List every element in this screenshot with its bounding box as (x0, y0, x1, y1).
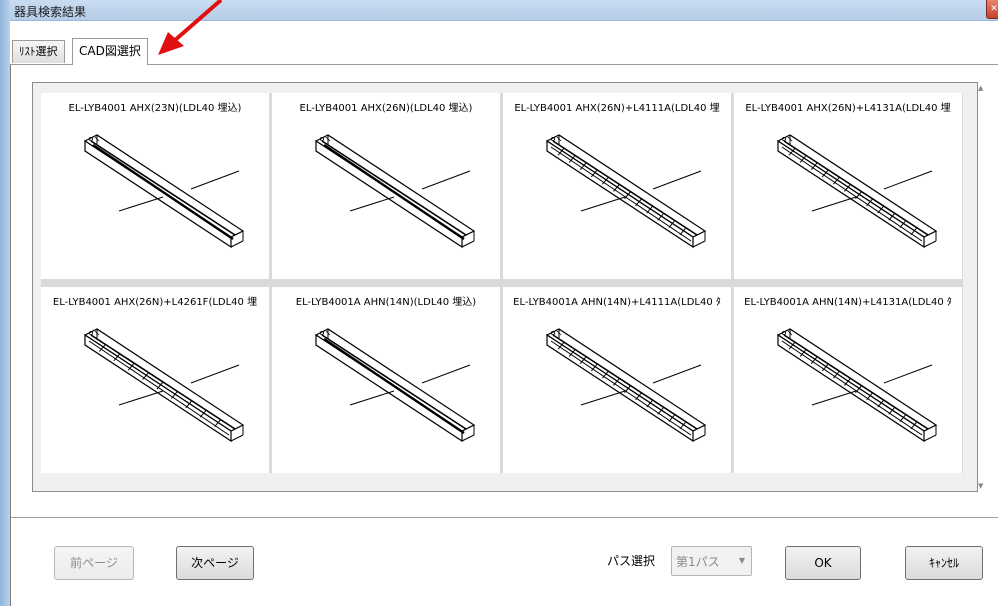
cad-item[interactable]: EL-LYB4001A AHN(14N)+L4111A(LDL40 ﾀ (503, 287, 731, 473)
tab-cad-select[interactable]: CAD図選択 (72, 38, 148, 65)
scroll-down-icon[interactable]: ▼ (978, 482, 983, 490)
scroll-up-icon[interactable]: ▲ (978, 84, 983, 92)
luminaire-drawing-icon (545, 134, 707, 249)
cad-item-label: EL-LYB4001 AHX(26N)+L4131A(LDL40 埋 (745, 103, 951, 114)
cad-item-label: EL-LYB4001A AHN(14N)+L4111A(LDL40 ﾀ (513, 297, 721, 308)
footer-separator (11, 517, 998, 518)
luminaire-drawing-icon (776, 328, 938, 443)
cad-item-label: EL-LYB4001A AHN(14N)+L4131A(LDL40 ﾀ (744, 297, 952, 308)
path-select-label: パス選択 (607, 554, 656, 568)
window-frame-left (0, 0, 10, 606)
cad-item[interactable]: EL-LYB4001 AHX(26N)+L4131A(LDL40 埋 (734, 93, 962, 279)
cad-item[interactable]: EL-LYB4001 AHX(23N)(LDL40 埋込) (41, 93, 269, 279)
tab-bar: ﾘｽﾄ選択 CAD図選択 (10, 21, 998, 65)
tab-list-select[interactable]: ﾘｽﾄ選択 (12, 40, 65, 63)
cad-preview-panel: EL-LYB4001 AHX(23N)(LDL40 埋込) EL-LYB4001 … (32, 82, 978, 492)
luminaire-drawing-icon (545, 328, 707, 443)
vertical-scrollbar[interactable]: ▲ ▼ (975, 82, 989, 492)
ok-button[interactable]: OK (785, 546, 861, 580)
cad-item[interactable]: EL-LYB4001A AHN(14N)(LDL40 埋込) (272, 287, 500, 473)
cad-grid: EL-LYB4001 AHX(23N)(LDL40 埋込) EL-LYB4001 … (41, 93, 963, 473)
luminaire-drawing-icon (314, 134, 476, 249)
luminaire-drawing-icon (83, 134, 245, 249)
cad-item-label: EL-LYB4001 AHX(26N)+L4261F(LDL40 埋 (52, 297, 258, 308)
luminaire-drawing-icon (776, 134, 938, 249)
cancel-button[interactable]: ｷｬﾝｾﾙ (905, 546, 983, 580)
prev-page-button[interactable]: 前ページ (54, 546, 134, 580)
cad-item[interactable]: EL-LYB4001 AHX(26N)+L4261F(LDL40 埋 (41, 287, 269, 473)
window-title: 器具検索結果 (14, 5, 87, 19)
cad-item-label: EL-LYB4001 AHX(26N)(LDL40 埋込) (299, 103, 473, 114)
cad-item[interactable]: EL-LYB4001 AHX(26N)+L4111A(LDL40 埋 (503, 93, 731, 279)
cad-item-label: EL-LYB4001 AHX(26N)+L4111A(LDL40 埋 (514, 103, 720, 114)
cad-item-label: EL-LYB4001A AHN(14N)(LDL40 埋込) (295, 297, 477, 308)
tab-content: EL-LYB4001 AHX(23N)(LDL40 埋込) EL-LYB4001 … (10, 65, 998, 606)
content-border (10, 65, 11, 606)
next-page-button[interactable]: 次ページ (176, 546, 254, 580)
path-select[interactable]: 第1パス ▼ (671, 546, 752, 576)
cad-item[interactable]: EL-LYB4001A AHN(14N)+L4131A(LDL40 ﾀ (734, 287, 962, 473)
title-bar: 器具検索結果 ✕ (10, 0, 998, 21)
cad-item[interactable]: EL-LYB4001 AHX(26N)(LDL40 埋込) (272, 93, 500, 279)
luminaire-drawing-icon (83, 328, 245, 443)
luminaire-drawing-icon (314, 328, 476, 443)
close-icon[interactable]: ✕ (986, 0, 998, 19)
path-select-value: 第1パス (676, 555, 720, 569)
chevron-down-icon: ▼ (738, 556, 745, 565)
cad-item-label: EL-LYB4001 AHX(23N)(LDL40 埋込) (68, 103, 242, 114)
